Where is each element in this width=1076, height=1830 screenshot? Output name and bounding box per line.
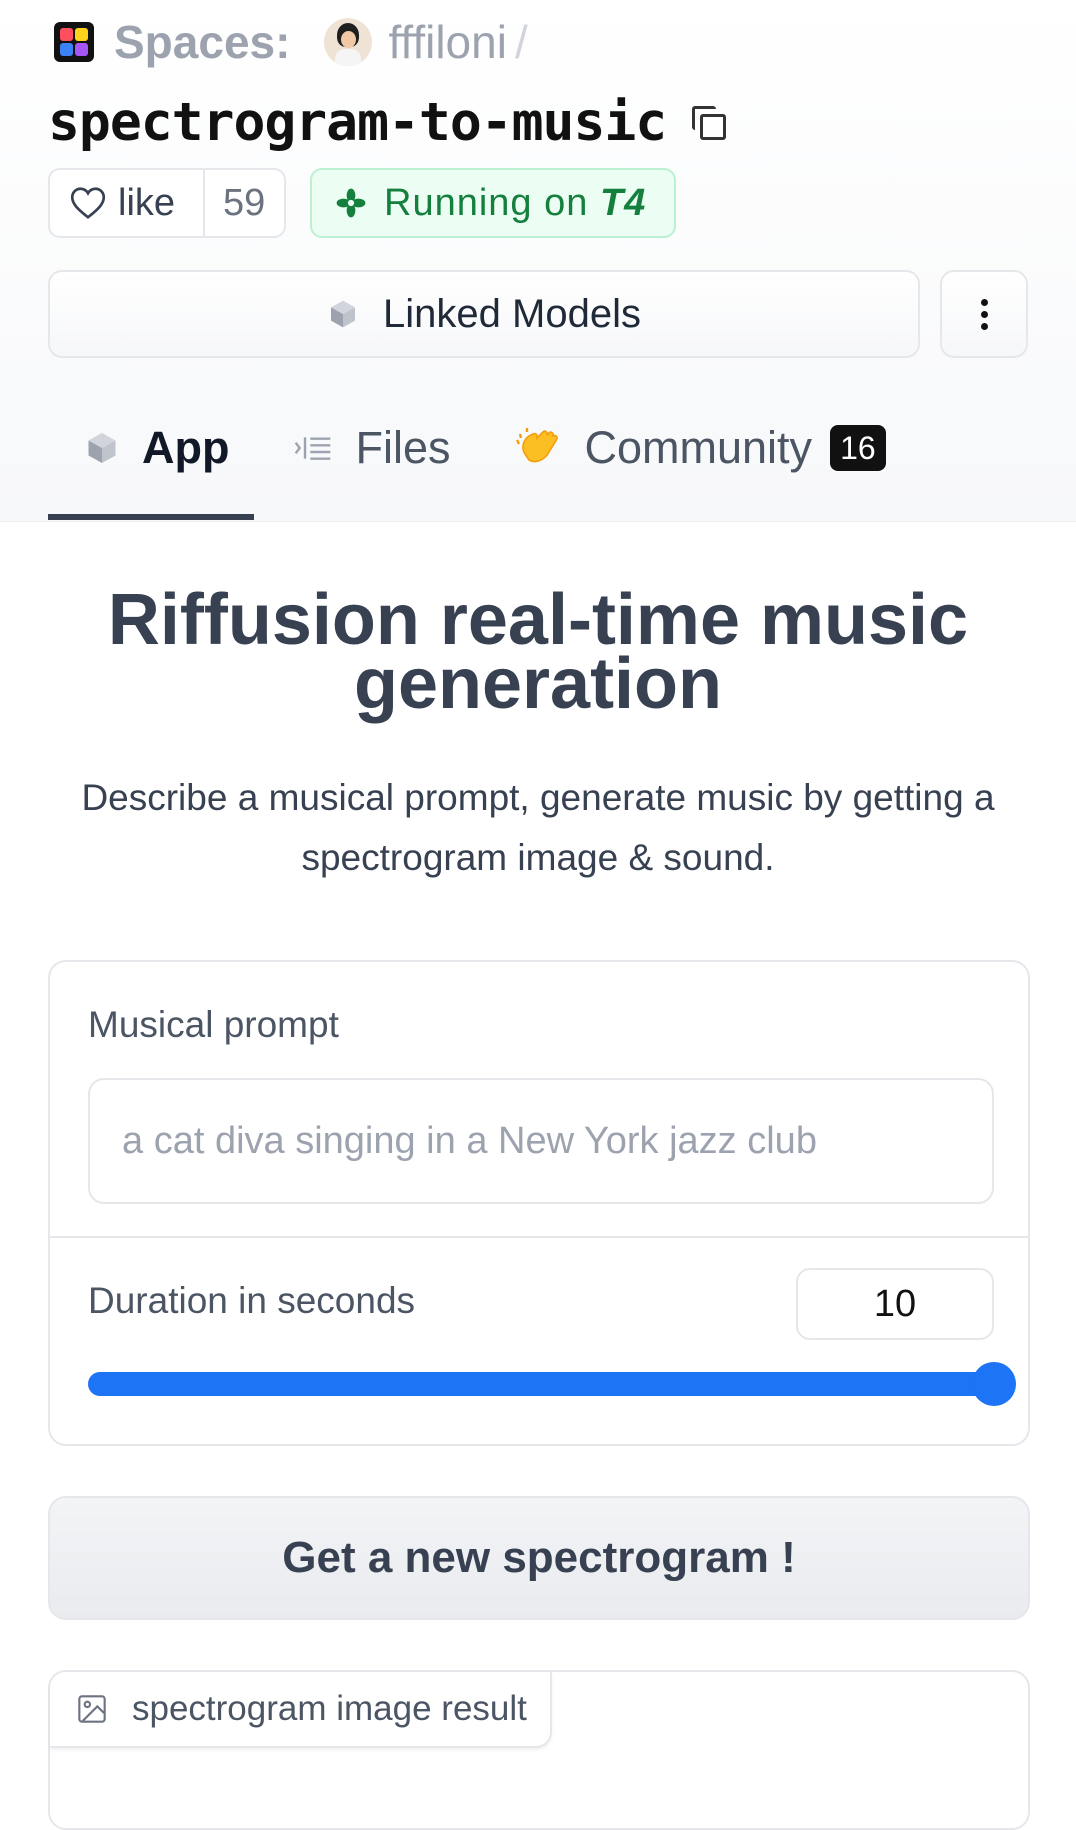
space-tabs: App Files Community 16 [48,400,950,522]
image-icon [78,1695,106,1723]
like-label: like [118,181,176,224]
owner-link[interactable]: fffiloni [388,15,507,69]
like-button[interactable]: like 59 [48,168,286,238]
result-panel: spectrogram image result [48,1670,1030,1830]
breadcrumb: Spaces: fffiloni / [54,14,528,70]
prompt-label: Musical prompt [88,1004,339,1045]
page-title: Riffusion real-time music generation [107,580,969,724]
linked-models-button[interactable]: Linked Models [48,270,920,358]
duration-slider[interactable] [88,1362,1016,1406]
active-tab-indicator [48,514,254,520]
more-options-button[interactable] [940,270,1028,358]
tab-community[interactable]: Community 16 [515,400,886,496]
status-badge[interactable]: Running on T4 [310,168,676,238]
status-text: Running on T4 [384,181,647,224]
panel-divider [50,1236,1028,1238]
community-count-badge: 16 [830,425,886,471]
owner-avatar[interactable] [324,18,373,66]
status-hardware: T4 [599,181,647,224]
result-label: spectrogram image result [132,1689,527,1728]
slider-fill [88,1372,994,1396]
tab-app-label: App [142,422,230,473]
tab-app[interactable]: App [48,400,229,496]
generate-button[interactable]: Get a new spectrogram ! [48,1496,1030,1620]
repo-title-row: spectrogram-to-music [48,86,728,158]
tab-files[interactable]: Files [293,400,451,496]
copy-icon[interactable] [688,102,728,142]
cube-icon [88,433,116,463]
tab-community-label: Community [584,422,813,473]
cube-icon [331,300,356,328]
spaces-link[interactable]: Spaces: [114,15,290,69]
duration-number-input[interactable] [796,1268,994,1340]
spaces-logo-icon[interactable] [54,22,94,62]
breadcrumb-separator: / [514,16,528,68]
heart-icon [70,187,106,219]
clapping-hands-icon [515,428,558,463]
files-icon [295,437,331,460]
repo-name[interactable]: spectrogram-to-music [48,92,667,153]
more-dot-icon [980,322,988,330]
more-dot-icon [980,310,988,318]
prompt-input[interactable] [88,1078,994,1204]
linked-models-label: Linked Models [383,291,641,336]
slider-thumb[interactable] [972,1362,1016,1406]
duration-label: Duration in seconds [88,1280,416,1321]
fan-icon [336,188,366,218]
tab-files-label: Files [355,422,451,473]
like-count[interactable]: 59 [205,182,265,225]
space-header: Spaces: fffiloni / spectrogram-to-music … [0,0,1076,522]
page-description: Describe a musical prompt, generate musi… [81,777,995,878]
input-panel: Musical prompt Duration in seconds [48,960,1030,1446]
more-dot-icon [980,298,988,306]
result-label-tab: spectrogram image result [50,1672,552,1748]
